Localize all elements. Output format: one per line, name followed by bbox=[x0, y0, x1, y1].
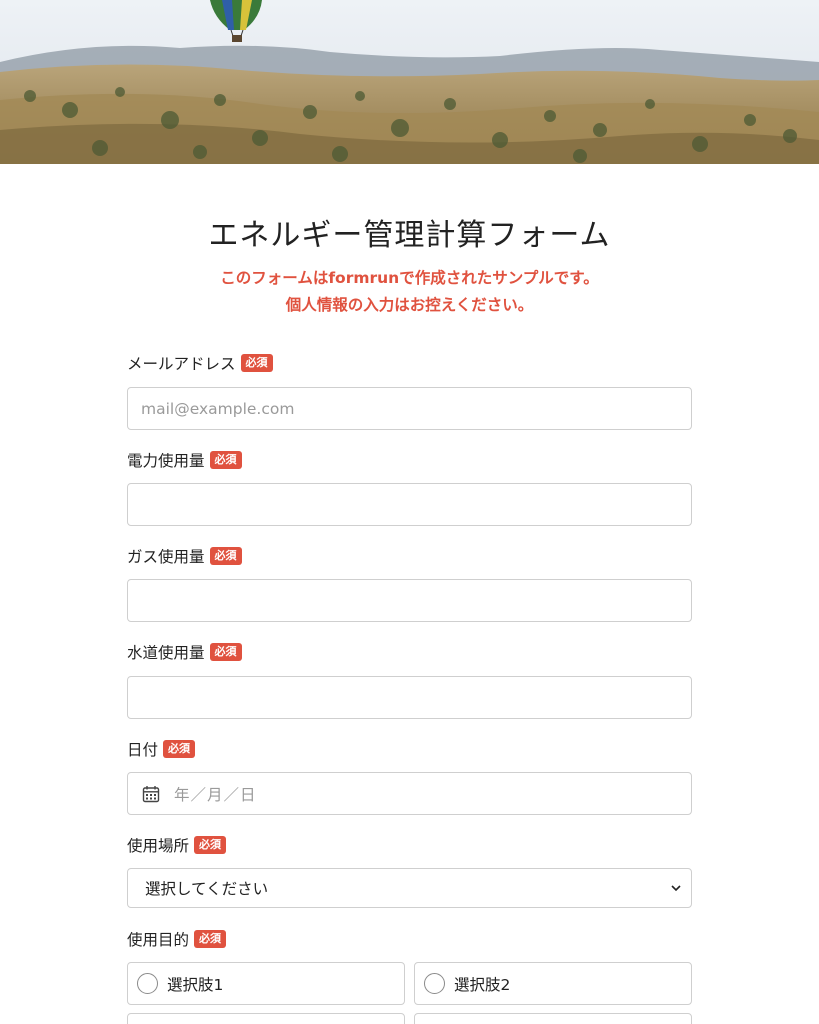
chevron-down-icon bbox=[671, 885, 681, 892]
email-label-row: メールアドレス 必須 bbox=[127, 352, 273, 374]
water-label-row: 水道使用量 必須 bbox=[127, 641, 242, 663]
purpose-option-2-label: 選択肢2 bbox=[454, 975, 511, 994]
required-badge: 必須 bbox=[240, 354, 273, 372]
required-badge: 必須 bbox=[194, 930, 227, 948]
water-label: 水道使用量 bbox=[127, 644, 205, 662]
location-selected-value: 選択してください bbox=[145, 880, 269, 898]
email-placeholder: mail@example.com bbox=[141, 399, 295, 418]
water-input[interactable] bbox=[127, 676, 692, 719]
purpose-radio-option-row2-left[interactable] bbox=[127, 1013, 405, 1024]
date-input[interactable]: 年／月／日 bbox=[127, 772, 692, 815]
email-label: メールアドレス bbox=[127, 355, 236, 373]
electricity-input[interactable] bbox=[127, 483, 692, 526]
radio-circle-icon bbox=[137, 973, 158, 994]
date-placeholder: 年／月／日 bbox=[174, 785, 257, 804]
gas-label: ガス使用量 bbox=[127, 548, 205, 566]
required-badge: 必須 bbox=[209, 451, 242, 469]
location-label-row: 使用場所 必須 bbox=[127, 834, 227, 856]
sample-notice-line2: 個人情報の入力はお控えください。 bbox=[285, 296, 534, 314]
gas-label-row: ガス使用量 必須 bbox=[127, 545, 242, 567]
purpose-option-1-label: 選択肢1 bbox=[167, 975, 224, 994]
purpose-radio-option-2[interactable]: 選択肢2 bbox=[414, 962, 692, 1005]
landscape-illustration bbox=[0, 0, 819, 164]
required-badge: 必須 bbox=[163, 740, 196, 758]
header-image bbox=[0, 0, 819, 164]
sample-notice-line1: このフォームはformrunで作成されたサンプルです。 bbox=[220, 269, 599, 287]
electricity-label-row: 電力使用量 必須 bbox=[127, 449, 242, 471]
date-label: 日付 bbox=[127, 741, 159, 759]
gas-input[interactable] bbox=[127, 579, 692, 622]
form-title: エネルギー管理計算フォーム bbox=[208, 218, 611, 253]
email-field[interactable]: mail@example.com bbox=[127, 387, 692, 430]
calendar-icon bbox=[142, 785, 160, 802]
purpose-label-row: 使用目的 必須 bbox=[127, 928, 227, 950]
required-badge: 必須 bbox=[194, 836, 227, 854]
radio-circle-icon bbox=[424, 973, 445, 994]
location-select[interactable]: 選択してください bbox=[127, 868, 692, 908]
purpose-radio-option-row2-right[interactable] bbox=[414, 1013, 692, 1024]
electricity-label: 電力使用量 bbox=[127, 452, 205, 470]
location-label: 使用場所 bbox=[127, 837, 190, 855]
required-badge: 必須 bbox=[209, 643, 242, 661]
date-label-row: 日付 必須 bbox=[127, 738, 196, 760]
purpose-label: 使用目的 bbox=[127, 931, 190, 949]
purpose-radio-option-1[interactable]: 選択肢1 bbox=[127, 962, 405, 1005]
required-badge: 必須 bbox=[209, 547, 242, 565]
